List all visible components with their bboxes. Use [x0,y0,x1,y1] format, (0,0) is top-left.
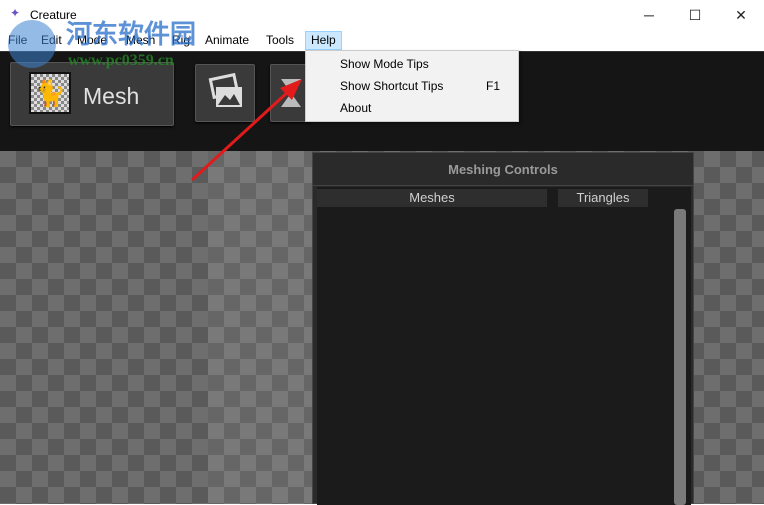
red-arrow-annotation [190,79,302,182]
